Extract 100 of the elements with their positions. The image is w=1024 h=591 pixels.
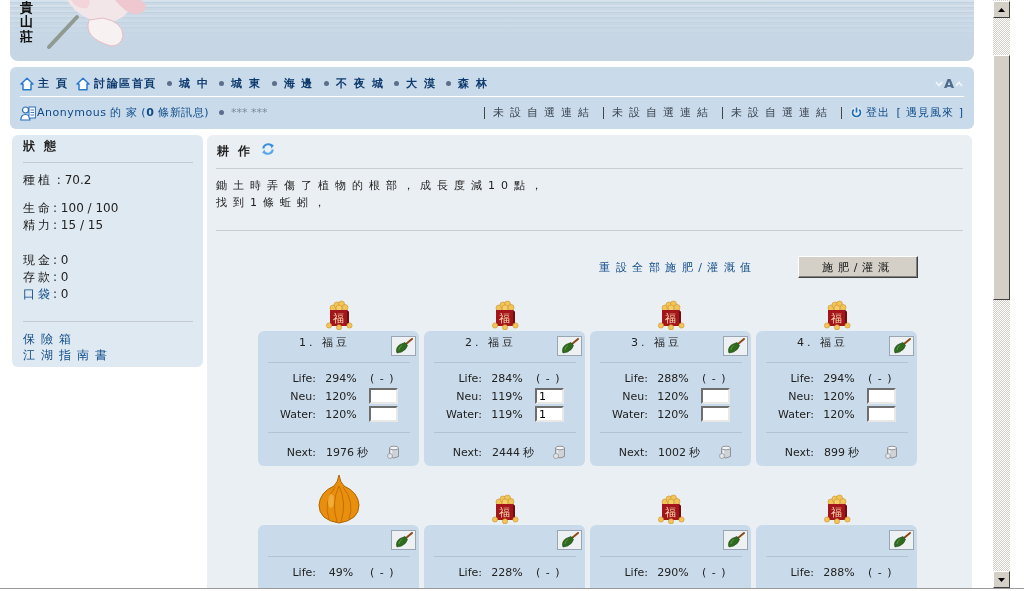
stat-label: Life:	[291, 371, 316, 385]
stat-label: Neu:	[455, 389, 482, 403]
nav-link[interactable]: 主 頁	[38, 76, 69, 91]
box-character: 福	[830, 506, 842, 519]
bean-box-icon	[823, 494, 850, 524]
refresh-icon[interactable]	[261, 142, 275, 156]
stat-label: Water:	[278, 407, 316, 421]
stat-value: 288%	[822, 565, 856, 579]
dig-button[interactable]	[889, 336, 914, 356]
minus-link[interactable]: ( - )	[370, 371, 406, 385]
profile-link[interactable]: [ 遇見風來 ]	[896, 105, 964, 120]
next-time: 1002 秒	[657, 444, 702, 460]
amount-input[interactable]: 1	[535, 406, 564, 422]
bean-box-icon	[823, 300, 850, 330]
minus-link[interactable]: ( - )	[868, 371, 904, 385]
stat-label: Life:	[789, 565, 814, 579]
minus-link[interactable]: ( - )	[536, 565, 572, 579]
stat-line: 口袋: 0	[23, 286, 70, 303]
canister-icon[interactable]	[885, 445, 899, 459]
stat-value: 119%	[490, 407, 524, 421]
dig-button[interactable]	[723, 530, 748, 550]
bullet-dot-icon	[219, 110, 225, 115]
box-character: 福	[664, 506, 676, 519]
stat-value: 120%	[822, 389, 856, 403]
dig-button[interactable]	[391, 530, 416, 550]
amount-input[interactable]: 1	[535, 388, 564, 404]
nav-link[interactable]: 城 東	[231, 76, 262, 91]
minus-link[interactable]: ( - )	[868, 565, 904, 579]
result-message: 鋤土時弄傷了植物的根部，成長度減10點，	[216, 178, 549, 194]
stat-label: Neu:	[621, 389, 648, 403]
minus-link[interactable]: ( - )	[370, 565, 406, 579]
stat-value: 120%	[324, 407, 358, 421]
user-home-link[interactable]: Anonymous 的 家 (0 條新訊息)	[37, 105, 210, 120]
stat-value: 120%	[656, 389, 690, 403]
stat-value: 120%	[656, 407, 690, 421]
home-icon	[20, 76, 34, 91]
pocket-link[interactable]: 口袋	[23, 287, 53, 301]
stat-label: Life:	[789, 371, 814, 385]
custom-link[interactable]: 未設自選連結	[612, 105, 715, 120]
stat-label: Water:	[776, 407, 814, 421]
nav-link[interactable]: 大 漠	[406, 76, 437, 91]
dig-button[interactable]	[391, 336, 416, 356]
home-icon	[76, 76, 91, 91]
stat-value: 228%	[490, 565, 524, 579]
stat-value: 294%	[324, 371, 358, 385]
fertilize-water-button[interactable]: 施肥/灌溉	[798, 256, 918, 278]
amount-input[interactable]	[701, 388, 730, 404]
stat-value: 120%	[822, 407, 856, 421]
trowel-icon	[560, 338, 579, 354]
canister-icon[interactable]	[719, 445, 733, 459]
scrollbar-thumb[interactable]	[993, 55, 1010, 300]
scroll-down-button[interactable]	[993, 571, 1010, 588]
panel-title: 狀態	[23, 135, 193, 163]
amount-input[interactable]	[867, 406, 896, 422]
dig-button[interactable]	[889, 530, 914, 550]
onion-icon	[316, 474, 361, 524]
amount-input[interactable]	[369, 388, 398, 404]
custom-link[interactable]: 未設自選連結	[493, 105, 596, 120]
dig-button[interactable]	[723, 336, 748, 356]
stat-label: Life:	[457, 371, 482, 385]
amount-input[interactable]	[867, 388, 896, 404]
chevron-down-icon	[934, 80, 943, 87]
amount-input[interactable]	[369, 406, 398, 422]
plot-title: 4. 福豆	[796, 335, 849, 351]
canister-icon[interactable]	[387, 445, 401, 459]
box-character: 福	[830, 312, 842, 325]
stat-value: 294%	[822, 371, 856, 385]
stat-label: Neu:	[289, 389, 316, 403]
sidebar-link[interactable]: 江湖指南書	[23, 347, 113, 363]
nav-link[interactable]: 森 林	[458, 76, 489, 91]
bean-box-icon	[491, 494, 518, 524]
nav-link[interactable]: 城 中	[178, 76, 210, 91]
trowel-icon	[892, 338, 911, 354]
font-size-control[interactable]: A	[933, 76, 964, 91]
scroll-up-button[interactable]	[993, 1, 1010, 18]
sidebar-link[interactable]: 保險箱	[23, 331, 77, 347]
stat-value: 49%	[327, 565, 355, 579]
minus-link[interactable]: ( - )	[702, 565, 738, 579]
canister-icon[interactable]	[553, 445, 567, 459]
stat-value: 120%	[324, 389, 358, 403]
nav-link[interactable]: 不 夜 城	[335, 76, 385, 91]
minus-link[interactable]: ( - )	[702, 371, 738, 385]
stat-label: Neu:	[787, 389, 814, 403]
stat-line: 精力: 15 / 15	[23, 217, 105, 234]
minus-link[interactable]: ( - )	[536, 371, 572, 385]
nav-link[interactable]: 討論區首頁	[94, 76, 157, 91]
reset-link[interactable]: 重設全部施肥/灌溉值	[599, 259, 757, 275]
logout-link[interactable]: 登出	[866, 105, 891, 120]
panel-title: 耕作	[217, 143, 259, 160]
dig-button[interactable]	[557, 336, 582, 356]
scrollbar-track[interactable]	[993, 0, 1010, 588]
custom-link[interactable]: 未設自選連結	[731, 105, 834, 120]
trowel-icon	[726, 532, 745, 548]
amount-input[interactable]	[701, 406, 730, 422]
trowel-icon	[560, 532, 579, 548]
plot-title: 1. 福豆	[298, 335, 351, 351]
dig-button[interactable]	[557, 530, 582, 550]
result-message: 找到1條蚯蚓，	[216, 195, 332, 211]
nav-link[interactable]: 海 邊	[283, 76, 314, 91]
bullet-dot-icon	[166, 81, 172, 86]
